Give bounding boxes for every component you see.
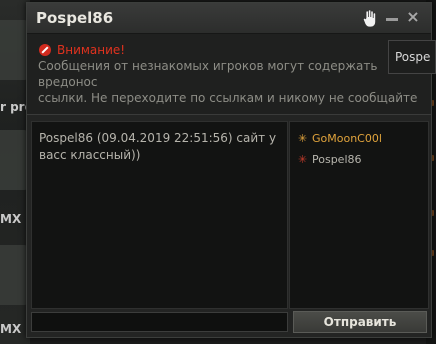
warning-title: Внимание! bbox=[57, 43, 126, 57]
chat-window: Pospel86 × Внимание! Сообщения от незнак… bbox=[26, 2, 432, 338]
minimize-button[interactable] bbox=[385, 11, 399, 25]
user-list-item[interactable]: ✳ GoMoonC00l bbox=[298, 132, 382, 145]
warning-panel: Внимание! Сообщения от незнакомых игроко… bbox=[27, 34, 431, 115]
user-list-item[interactable]: ✳ Pospel86 bbox=[298, 153, 362, 166]
tooltip: Pospe bbox=[388, 40, 436, 74]
warning-text: Сообщения от незнакомых игроков могут со… bbox=[38, 59, 418, 108]
chat-message: Pospel86 (09.04.2019 22:51:56) сайт у ва… bbox=[39, 131, 277, 162]
close-button[interactable]: × bbox=[405, 9, 421, 25]
send-button[interactable]: Отправить bbox=[293, 311, 427, 333]
rank-icon: ✳ bbox=[298, 153, 308, 166]
user-name: Pospel86 bbox=[312, 153, 362, 166]
user-list: ✳ GoMoonC00l ✳ Pospel86 bbox=[289, 121, 429, 309]
message-input[interactable] bbox=[31, 312, 288, 332]
message-list[interactable]: Pospel86 (09.04.2019 22:51:56) сайт у ва… bbox=[31, 121, 288, 309]
window-titlebar[interactable]: Pospel86 × bbox=[27, 3, 431, 34]
background-label: MX bbox=[0, 212, 22, 226]
warning-icon bbox=[39, 44, 51, 56]
hand-icon bbox=[363, 9, 376, 28]
rank-icon: ✳ bbox=[298, 132, 308, 145]
window-title: Pospel86 bbox=[36, 9, 114, 27]
user-name: GoMoonC00l bbox=[312, 132, 382, 145]
